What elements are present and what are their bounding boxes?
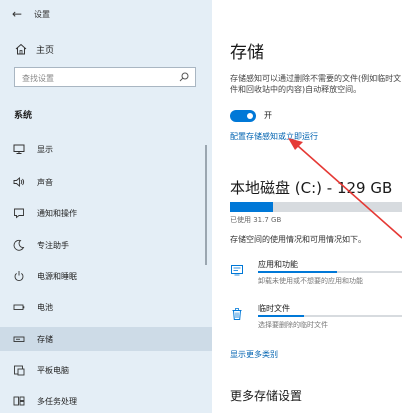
sidebar-item-sound[interactable]: 声音	[0, 170, 212, 194]
moon-icon	[13, 239, 25, 251]
apps-icon	[231, 265, 243, 276]
page-title: 存储	[230, 43, 264, 63]
search-input[interactable]: 查找设置	[14, 67, 196, 87]
home-nav-item[interactable]: 主页	[0, 38, 212, 60]
sidebar-item-battery[interactable]: 电池	[0, 295, 212, 319]
section-title-system: 系统	[14, 111, 33, 121]
drive-usage-bar	[230, 202, 402, 212]
search-placeholder: 查找设置	[22, 74, 54, 83]
sidebar-item-display[interactable]: 显示	[0, 137, 212, 161]
category-description: 卸载未使用或不想要的应用和功能	[258, 277, 363, 285]
sidebar-item-label: 显示	[37, 145, 53, 154]
search-icon[interactable]	[178, 71, 190, 83]
tablet-icon	[14, 365, 25, 376]
sidebar-item-label: 电源和睡眠	[37, 272, 77, 281]
storage-sense-toggle[interactable]	[230, 110, 256, 122]
category-usage-fill	[258, 271, 338, 273]
sidebar-item-label: 通知和操作	[37, 209, 77, 218]
notification-icon	[14, 208, 24, 219]
drive-usage-fill	[230, 202, 273, 212]
toggle-state-label: 开	[264, 111, 272, 120]
toggle-knob	[247, 113, 253, 119]
sidebar-item-label: 存储	[37, 335, 53, 344]
sidebar-item-label: 多任务处理	[37, 397, 77, 406]
back-arrow-icon[interactable]: ←	[12, 7, 22, 21]
used-space-text: 已使用 31.7 GB	[230, 216, 282, 224]
category-usage-bar	[258, 315, 402, 317]
sidebar-item-power-sleep[interactable]: 电源和睡眠	[0, 264, 212, 288]
sidebar: ← 设置 主页 查找设置 系统 显示 声音 通知和操作 专注助手 电源和睡眠 电…	[0, 0, 212, 413]
multitasking-icon	[13, 396, 25, 406]
more-storage-settings-title: 更多存储设置	[230, 389, 303, 403]
storage-drive-icon	[13, 336, 25, 342]
sidebar-item-storage[interactable]: 存储	[0, 327, 212, 351]
storage-sense-description: 存储感知可以通过删除不需要的文件(例如临时文件和回收站中的内容)自动释放空间。	[230, 74, 402, 94]
sidebar-item-label: 专注助手	[37, 241, 69, 250]
category-name: 应用和功能	[258, 260, 298, 269]
speaker-icon	[13, 177, 25, 187]
category-usage-fill	[258, 315, 305, 317]
window-title: 设置	[34, 10, 50, 19]
sidebar-item-focus-assist[interactable]: 专注助手	[0, 233, 212, 257]
home-label: 主页	[36, 46, 55, 56]
power-icon	[14, 271, 24, 282]
drive-title: 本地磁盘 (C:) - 129 GB	[230, 179, 393, 197]
sidebar-item-label: 平板电脑	[37, 366, 69, 375]
sidebar-item-label: 声音	[37, 178, 53, 187]
sidebar-item-label: 电池	[37, 303, 53, 312]
trash-icon	[232, 308, 242, 320]
sidebar-scrollbar[interactable]	[205, 145, 207, 265]
main-content: 存储 存储感知可以通过删除不需要的文件(例如临时文件和回收站中的内容)自动释放空…	[212, 0, 402, 413]
sidebar-item-multitasking[interactable]: 多任务处理	[0, 389, 212, 413]
category-description: 选择要删除的临时文件	[258, 321, 328, 329]
category-apps-features[interactable]: 应用和功能 卸载未使用或不想要的应用和功能	[230, 259, 402, 293]
category-name: 临时文件	[258, 304, 290, 313]
sidebar-item-tablet[interactable]: 平板电脑	[0, 358, 212, 382]
sidebar-item-notifications[interactable]: 通知和操作	[0, 201, 212, 225]
category-usage-bar	[258, 271, 402, 273]
battery-icon	[13, 304, 25, 310]
configure-storage-sense-link[interactable]: 配置存储感知或立即运行	[230, 131, 318, 142]
title-bar: ← 设置	[0, 0, 212, 30]
home-icon	[15, 43, 27, 55]
monitor-icon	[13, 144, 25, 154]
category-temp-files[interactable]: 临时文件 选择要删除的临时文件	[230, 303, 402, 337]
show-more-categories-link[interactable]: 显示更多类别	[230, 349, 278, 360]
usage-description: 存储空间的使用情况和可用情况如下。	[230, 235, 366, 244]
